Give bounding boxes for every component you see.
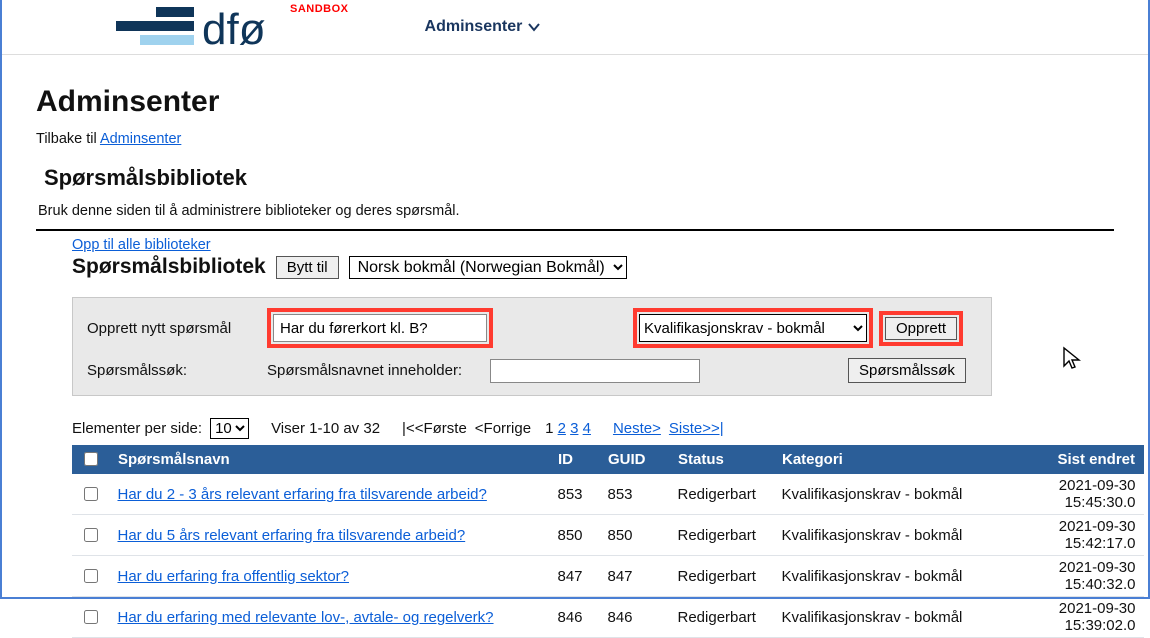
row-checkbox[interactable] — [84, 569, 98, 583]
page-4[interactable]: 4 — [583, 420, 591, 437]
row-checkbox[interactable] — [84, 487, 98, 501]
section-description: Bruk denne siden til å administrere bibl… — [38, 203, 1114, 219]
col-name[interactable]: Spørsmålsnavn — [110, 445, 550, 474]
row-id: 846 — [550, 597, 600, 638]
row-id: 853 — [550, 474, 600, 515]
highlight-question-input — [267, 308, 493, 348]
page-1: 1 — [545, 420, 553, 437]
row-status: Redigerbart — [670, 556, 774, 597]
library-panel: Opp til alle biblioteker Spørsmålsbiblio… — [36, 229, 1114, 638]
row-checkbox[interactable] — [84, 610, 98, 624]
row-status: Redigerbart — [670, 474, 774, 515]
col-status[interactable]: Status — [670, 445, 774, 474]
crumb-prefix: Tilbake til — [36, 131, 100, 147]
page-title: Adminsenter — [36, 85, 1114, 119]
page-body: Adminsenter Tilbake til Adminsenter Spør… — [2, 55, 1148, 638]
question-link[interactable]: Har du 5 års relevant erfaring fra tilsv… — [118, 527, 466, 544]
question-link[interactable]: Har du erfaring med relevante lov-, avta… — [118, 609, 494, 626]
sandbox-label: SANDBOX — [290, 3, 349, 15]
row-status: Redigerbart — [670, 515, 774, 556]
search-contains-label: Spørsmålsnavnet inneholder: — [267, 362, 490, 379]
row-status: Redigerbart — [670, 597, 774, 638]
per-page-label: Elementer per side: — [72, 420, 202, 437]
row-category: Kvalifikasjonskrav - bokmål — [774, 556, 994, 597]
col-id[interactable]: ID — [550, 445, 600, 474]
col-guid[interactable]: GUID — [600, 445, 670, 474]
col-modified[interactable]: Sist endret — [994, 445, 1144, 474]
pagination-bar: Elementer per side: 10 Viser 1-10 av 32 … — [72, 418, 1114, 439]
breadcrumb: Tilbake til Adminsenter — [36, 131, 1114, 147]
svg-text:dfø: dfø — [202, 5, 266, 50]
brand-logo: dfø SANDBOX — [116, 4, 355, 50]
table-row: Har du erfaring fra offentlig sektor? 847… — [72, 556, 1144, 597]
row-guid: 847 — [600, 556, 670, 597]
chevron-down-icon — [528, 23, 540, 32]
table-row: Har du 2 - 3 års relevant erfaring fra t… — [72, 474, 1144, 515]
questions-table: Spørsmålsnavn ID GUID Status Kategori Si… — [72, 445, 1144, 638]
nav-adminsenter[interactable]: Adminsenter — [425, 18, 541, 36]
search-input[interactable] — [490, 359, 700, 383]
row-category: Kvalifikasjonskrav - bokmål — [774, 597, 994, 638]
nav-adminsenter-label: Adminsenter — [425, 18, 523, 36]
top-bar: dfø SANDBOX Adminsenter — [2, 0, 1148, 55]
page-first: |<<Første — [402, 420, 467, 437]
highlight-category-select: Kvalifikasjonskrav - bokmål — [633, 308, 873, 348]
library-title: Spørsmålsbibliotek — [72, 255, 266, 279]
row-modified: 2021-09-30 15:39:02.0 — [994, 597, 1144, 638]
row-id: 847 — [550, 556, 600, 597]
row-checkbox[interactable] — [84, 528, 98, 542]
all-libraries-link[interactable]: Opp til alle biblioteker — [72, 237, 211, 253]
page-2[interactable]: 2 — [558, 420, 566, 437]
language-select[interactable]: Norsk bokmål (Norwegian Bokmål) — [349, 256, 627, 279]
row-modified: 2021-09-30 15:45:30.0 — [994, 474, 1144, 515]
question-link[interactable]: Har du 2 - 3 års relevant erfaring fra t… — [118, 486, 487, 503]
table-row: Har du erfaring med relevante lov-, avta… — [72, 597, 1144, 638]
select-all-checkbox[interactable] — [84, 452, 98, 466]
section-title: Spørsmålsbibliotek — [44, 165, 1114, 191]
highlight-create-button: Opprett — [879, 311, 963, 346]
crumb-link[interactable]: Adminsenter — [100, 131, 181, 147]
row-category: Kvalifikasjonskrav - bokmål — [774, 474, 994, 515]
row-modified: 2021-09-30 15:40:32.0 — [994, 556, 1144, 597]
row-guid: 846 — [600, 597, 670, 638]
showing-text: Viser 1-10 av 32 — [271, 420, 380, 437]
col-category[interactable]: Kategori — [774, 445, 994, 474]
search-button[interactable]: Spørsmålssøk — [848, 358, 966, 383]
page-3[interactable]: 3 — [570, 420, 578, 437]
page-prev: <Forrige — [475, 420, 531, 437]
row-guid: 850 — [600, 515, 670, 556]
table-row: Har du 5 års relevant erfaring fra tilsv… — [72, 515, 1144, 556]
question-link[interactable]: Har du erfaring fra offentlig sektor? — [118, 568, 350, 585]
page-next[interactable]: Neste> — [613, 420, 661, 437]
row-category: Kvalifikasjonskrav - bokmål — [774, 515, 994, 556]
per-page-select[interactable]: 10 — [210, 418, 249, 439]
row-modified: 2021-09-30 15:42:17.0 — [994, 515, 1144, 556]
mouse-cursor-icon — [1062, 346, 1082, 370]
row-guid: 853 — [600, 474, 670, 515]
category-select[interactable]: Kvalifikasjonskrav - bokmål — [639, 314, 867, 342]
new-question-input[interactable] — [273, 314, 487, 342]
create-label: Opprett nytt spørsmål — [87, 320, 267, 337]
search-label: Spørsmålssøk: — [87, 362, 267, 379]
row-id: 850 — [550, 515, 600, 556]
create-search-box: Opprett nytt spørsmål Kvalifikasjonskrav… — [72, 297, 992, 396]
switch-button[interactable]: Bytt til — [276, 256, 339, 279]
create-button[interactable]: Opprett — [885, 317, 957, 340]
page-last[interactable]: Siste>>| — [669, 420, 724, 437]
